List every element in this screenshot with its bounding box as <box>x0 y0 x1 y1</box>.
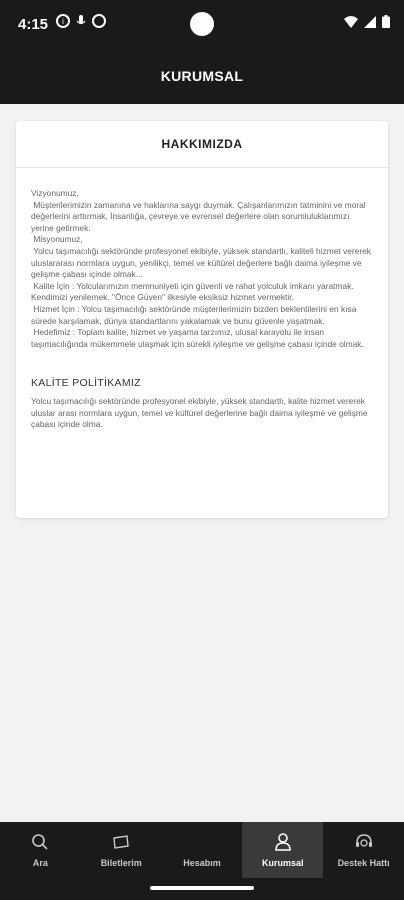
status-time: 4:15 <box>18 16 49 33</box>
page-title: KURUMSAL <box>160 68 244 84</box>
quality-policy-text: Yolcu taşımacılığı sektöründe profesyone… <box>31 395 368 430</box>
info-icon: i <box>56 14 70 28</box>
nav-label: Ara <box>32 858 48 868</box>
nav-label: Biletlerim <box>100 858 142 868</box>
notification-icons: i <box>56 14 106 28</box>
bottom-navigation: Ara Biletlerim Hesabım Kurumsal Destek H… <box>0 822 404 878</box>
vision-mission-text: Vizyonumuz, Müşterilerimizin zamanına ve… <box>31 188 371 349</box>
card-body: Vizyonumuz, Müşterilerimizin zamanına ve… <box>16 168 388 431</box>
gesture-handle[interactable] <box>150 886 254 890</box>
nav-label: Kurumsal <box>262 858 304 868</box>
status-bar: 4:15 i <box>0 0 404 50</box>
gesture-bar-area <box>0 878 404 900</box>
nav-item-ara[interactable]: Ara <box>0 822 81 878</box>
camera-cutout <box>190 12 214 36</box>
nav-item-kurumsal[interactable]: Kurumsal <box>242 822 324 878</box>
corporate-icon <box>273 832 293 852</box>
signal-icon <box>364 15 376 33</box>
ticket-icon <box>111 832 131 852</box>
nav-label: Hesabım <box>183 858 221 868</box>
app-bar: KURUMSAL <box>0 50 404 104</box>
about-card: HAKKIMIZDA Vizyonumuz, Müşterilerimizin … <box>16 121 388 518</box>
support-icon <box>354 832 374 852</box>
mic-icon <box>76 14 86 28</box>
system-icons <box>344 15 390 33</box>
quality-policy-title: KALİTE POLİTİKAMIZ <box>31 377 141 390</box>
wifi-icon <box>344 15 358 33</box>
battery-icon <box>382 15 390 33</box>
nav-item-biletlerim[interactable]: Biletlerim <box>81 822 162 878</box>
app-notification-icon <box>92 14 106 28</box>
account-icon <box>192 832 212 852</box>
nav-item-destek-hatti[interactable]: Destek Hattı <box>323 822 404 878</box>
nav-item-hesabim[interactable]: Hesabım <box>162 822 243 878</box>
search-icon <box>30 832 50 852</box>
card-title: HAKKIMIZDA <box>16 121 388 168</box>
nav-label: Destek Hattı <box>337 858 390 868</box>
